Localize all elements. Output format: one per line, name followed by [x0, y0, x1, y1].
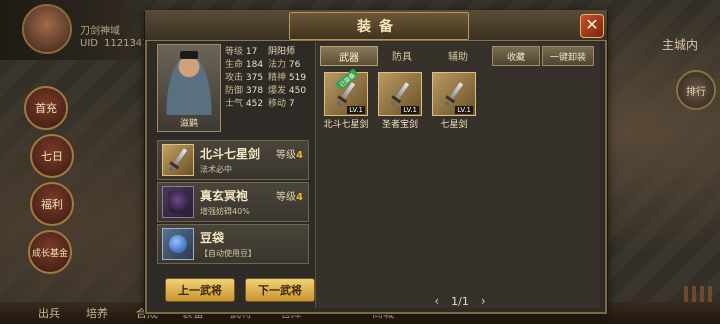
general-portrait: 滋鹋 [157, 44, 221, 132]
close-icon: ✕ [585, 15, 599, 34]
prev-general-button[interactable]: 上一武将 [165, 278, 235, 302]
equipped-item-desc: 法术必中 [200, 165, 232, 174]
next-general-button[interactable]: 下一武将 [245, 278, 315, 302]
pouch-icon [162, 228, 194, 260]
collect-button[interactable]: 收藏 [492, 46, 540, 66]
inventory-item[interactable]: LV.1 七星剑 [430, 72, 478, 134]
general-stats: 等级 17 阴阳师 生命 184 法力 76 攻击 375 精神 519 防御 … [225, 46, 311, 111]
location-label: 主城内 [662, 38, 699, 52]
stat-row: 士气 452 移动 7 [225, 98, 311, 111]
unequip-all-button[interactable]: 一键卸装 [542, 46, 594, 66]
item-level: LV.1 [347, 106, 365, 114]
prev-page-icon[interactable]: ‹ [434, 294, 439, 308]
equipped-item-level: 等级4 [276, 188, 303, 203]
level-label: 等级 [276, 150, 296, 161]
tab-accessory[interactable]: 辅助 [430, 46, 486, 64]
first-recharge-button[interactable]: 首充 [24, 86, 68, 130]
item-frame: LV.1 已装备 [324, 68, 368, 116]
item-level: LV.1 [401, 106, 419, 114]
equipped-item-name: 北斗七星剑 [200, 147, 261, 161]
general-class: 阴阳师 [268, 47, 296, 57]
player-name: 刀剑神域 [80, 26, 120, 37]
tab-weapon[interactable]: 武器 [320, 46, 378, 66]
stat-row: 生命 184 法力 76 [225, 59, 311, 72]
stat-value: 7 [288, 99, 295, 109]
stat-value: 519 [288, 73, 307, 83]
stat-value: 452 [245, 99, 264, 109]
stat-label: 防御 [225, 86, 244, 96]
inventory-panel: 武器 防具 辅助 收藏 一键卸装 LV.1 已装备 北斗七星剑 LV.1 圣者宝… [315, 42, 600, 308]
stat-value: 450 [288, 86, 307, 96]
equipped-item-name: 真玄冥袍 [200, 189, 249, 203]
stat-label: 士气 [225, 99, 244, 109]
item-frame: LV.1 [378, 72, 422, 116]
stat-label: 法力 [268, 60, 287, 70]
level-value: 4 [296, 192, 303, 203]
general-figure-image [166, 53, 212, 115]
level-label: 等级 [276, 192, 296, 203]
stat-label: 攻击 [225, 73, 244, 83]
equipped-item-name: 豆袋 [200, 231, 225, 245]
stat-label: 精神 [268, 73, 287, 83]
general-panel: 滋鹋 等级 17 阴阳师 生命 184 法力 76 攻击 375 精神 519 … [153, 44, 315, 306]
inventory-item[interactable]: LV.1 圣者宝剑 [376, 72, 424, 134]
equipped-item-desc: 增强妨碍40% [200, 207, 250, 216]
stat-row-level: 等级 17 阴阳师 [225, 46, 311, 59]
bottom-tab-dispatch[interactable]: 出兵 [38, 305, 60, 321]
sword-icon [444, 82, 464, 106]
sword-icon [390, 82, 410, 106]
item-name: 北斗七星剑 [323, 120, 369, 130]
stat-value: 184 [245, 60, 264, 70]
equipped-weapon-slot[interactable]: 北斗七星剑 等级4 法术必中 [157, 140, 309, 180]
ranking-button[interactable]: 排行 [676, 70, 716, 110]
stat-row: 攻击 375 精神 519 [225, 72, 311, 85]
item-name: 七星剑 [440, 120, 468, 130]
equipped-item-desc: 【自动使用豆】 [200, 249, 256, 258]
general-hat-image [180, 51, 198, 59]
next-page-icon[interactable]: › [481, 294, 486, 308]
stat-label: 生命 [225, 60, 244, 70]
equipped-item-level: 等级4 [276, 146, 303, 161]
sword-icon [162, 144, 194, 176]
item-level: LV.1 [455, 106, 473, 114]
stat-label: 爆发 [268, 86, 287, 96]
item-frame: LV.1 [432, 72, 476, 116]
equipment-dialog: 装备 ✕ 滋鹋 等级 17 阴阳师 生命 184 法力 76 攻击 375 精神… [145, 10, 607, 314]
stat-value: 378 [245, 86, 264, 96]
player-uid-label: UID [80, 38, 98, 49]
stat-row: 防御 378 爆发 450 [225, 85, 311, 98]
equipped-accessory-slot[interactable]: 豆袋 【自动使用豆】 [157, 224, 309, 264]
seven-day-button[interactable]: 七日 [30, 134, 74, 178]
general-name: 滋鹋 [179, 119, 198, 129]
item-name: 圣者宝剑 [381, 120, 418, 130]
dialog-title: 装备 [357, 19, 401, 35]
level-value: 4 [296, 150, 303, 161]
welfare-button[interactable]: 福利 [30, 182, 74, 226]
page-indicator: 1/1 [451, 294, 469, 308]
bottom-tab-train[interactable]: 培养 [86, 305, 108, 321]
player-avatar[interactable] [22, 4, 72, 54]
dialog-title-plate: 装备 [289, 12, 469, 40]
stat-label: 移动 [268, 99, 287, 109]
tab-armor[interactable]: 防具 [374, 46, 430, 64]
level-value: 17 [245, 47, 258, 57]
player-uid: 1121341 [104, 38, 149, 49]
stat-value: 76 [288, 60, 301, 70]
close-button[interactable]: ✕ [580, 14, 604, 38]
inventory-item[interactable]: LV.1 已装备 北斗七星剑 [322, 68, 370, 134]
robe-icon [162, 186, 194, 218]
level-label: 等级 [225, 47, 244, 57]
equipped-armor-slot[interactable]: 真玄冥袍 等级4 增强妨碍40% [157, 182, 309, 222]
stat-value: 375 [245, 73, 264, 83]
growth-fund-button[interactable]: 成长基金 [28, 230, 72, 274]
pagination: ‹ 1/1 › [410, 294, 510, 308]
